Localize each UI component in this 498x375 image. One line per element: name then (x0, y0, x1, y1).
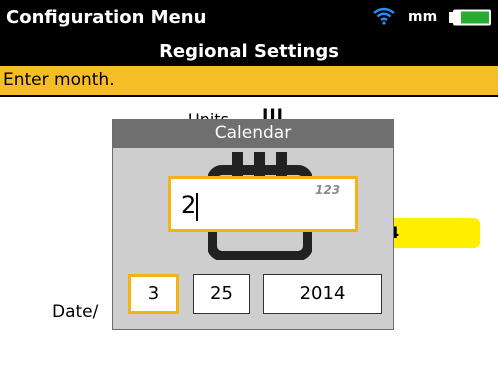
dialog-header: Calendar (113, 120, 393, 148)
day-field[interactable]: 25 (193, 274, 250, 314)
section-title: Regional Settings (159, 41, 339, 62)
dialog-title: Calendar (214, 123, 292, 143)
section-header: Regional Settings (0, 38, 498, 66)
prompt-bar: Enter month. (0, 66, 498, 97)
units-indicator: mm (408, 9, 438, 25)
month-field[interactable]: 3 (128, 274, 179, 314)
text-cursor (196, 193, 198, 221)
prompt-text: Enter month. (3, 70, 115, 90)
calendar-dialog: Calendar 2 123 3 25 2014 (112, 119, 394, 330)
date-format-label: Date/ (52, 302, 99, 322)
menu-title: Configuration Menu (6, 7, 207, 28)
month-entry-field[interactable]: 2 123 (168, 176, 358, 232)
top-bar: Configuration Menu mm (0, 0, 498, 38)
battery-icon (449, 9, 491, 26)
entry-value: 2 (181, 191, 197, 219)
numeric-mode-indicator: 123 (315, 183, 341, 197)
year-field[interactable]: 2014 (263, 274, 382, 314)
wifi-icon (373, 7, 395, 25)
